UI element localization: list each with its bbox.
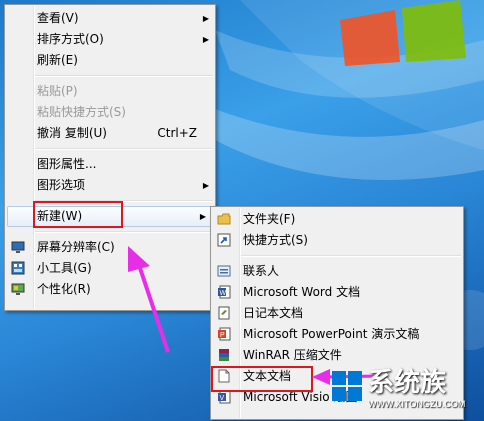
- arrow-to-new-icon: [128, 246, 170, 353]
- annotation-arrows: [128, 246, 381, 385]
- watermark-brand: 系统族: [368, 368, 447, 398]
- site-watermark: 系统族 WWW.XITONGZU.COM: [330, 363, 480, 415]
- watermark-url: WWW.XITONGZU.COM: [368, 399, 466, 409]
